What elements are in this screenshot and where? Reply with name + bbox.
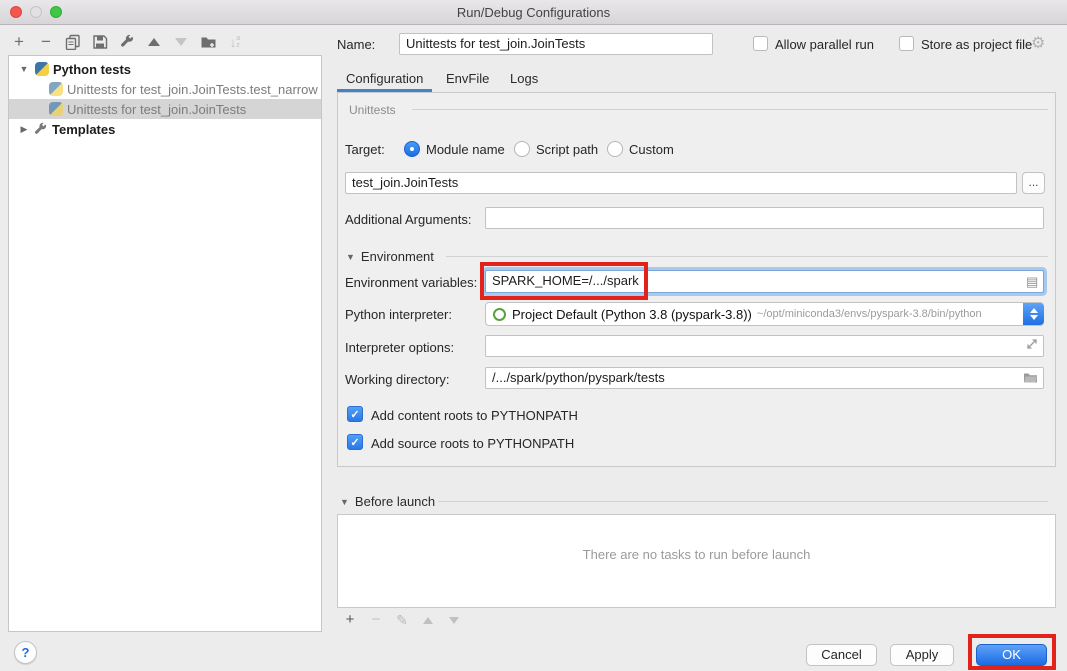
save-configuration-icon[interactable] bbox=[91, 33, 109, 51]
folder-browse-icon[interactable] bbox=[1023, 371, 1038, 384]
tab-envfile[interactable]: EnvFile bbox=[446, 71, 489, 86]
allow-parallel-run-checkbox[interactable] bbox=[753, 36, 768, 51]
environment-variables-label: Environment variables: bbox=[345, 275, 477, 290]
add-source-roots-label[interactable]: Add source roots to PYTHONPATH bbox=[371, 436, 574, 451]
chevron-down-icon[interactable]: ▼ bbox=[340, 497, 349, 507]
sort-configurations-icon: ↓az bbox=[226, 33, 244, 51]
store-as-project-file-label[interactable]: Store as project file bbox=[921, 37, 1032, 52]
group-separator bbox=[412, 109, 1048, 110]
name-label: Name: bbox=[337, 37, 375, 52]
python-tests-icon bbox=[35, 62, 49, 76]
tree-node-label: Templates bbox=[52, 122, 115, 137]
environment-section-label: Environment bbox=[361, 249, 434, 264]
browse-module-button[interactable]: ... bbox=[1022, 172, 1045, 194]
cancel-button[interactable]: Cancel bbox=[806, 644, 877, 666]
radio-module-name-label[interactable]: Module name bbox=[426, 142, 505, 157]
add-task-icon[interactable]: + bbox=[343, 612, 357, 628]
tab-logs[interactable]: Logs bbox=[510, 71, 538, 86]
environment-variables-input[interactable]: SPARK_HOME=/.../spark bbox=[485, 270, 1044, 293]
window-title: Run/Debug Configurations bbox=[0, 5, 1067, 20]
move-task-up-icon bbox=[421, 612, 435, 628]
move-down-icon bbox=[172, 33, 190, 51]
chevron-right-icon[interactable]: ▶ bbox=[19, 124, 29, 135]
additional-arguments-label: Additional Arguments: bbox=[345, 212, 471, 227]
tree-node-test-narrow[interactable]: Unittests for test_join.JoinTests.test_n… bbox=[9, 79, 321, 99]
apply-button[interactable]: Apply bbox=[890, 644, 954, 666]
python-test-icon bbox=[49, 82, 63, 96]
expand-field-icon[interactable] bbox=[1026, 338, 1038, 350]
interpreter-options-label: Interpreter options: bbox=[345, 340, 454, 355]
configurations-tree[interactable]: ▼ Python tests Unittests for test_join.J… bbox=[8, 55, 322, 632]
store-as-project-file-checkbox[interactable] bbox=[899, 36, 914, 51]
before-launch-toolbar: + − ✎ bbox=[343, 612, 461, 628]
add-source-roots-checkbox[interactable]: ✓ bbox=[347, 434, 363, 450]
before-launch-label: Before launch bbox=[355, 494, 435, 509]
name-input[interactable]: Unittests for test_join.JoinTests bbox=[399, 33, 713, 55]
run-debug-configurations-dialog: Run/Debug Configurations + − ↓az ▼ Pytho… bbox=[0, 0, 1067, 671]
interpreter-path: ~/opt/miniconda3/envs/pyspark-3.8/bin/py… bbox=[757, 308, 1043, 320]
before-launch-section-header[interactable]: ▼ Before launch bbox=[340, 494, 435, 509]
environment-section-header[interactable]: ▼ Environment bbox=[346, 249, 434, 264]
edit-task-icon: ✎ bbox=[395, 612, 409, 628]
copy-configuration-icon[interactable] bbox=[64, 33, 82, 51]
radio-script-path-label[interactable]: Script path bbox=[536, 142, 598, 157]
radio-script-path[interactable] bbox=[514, 141, 530, 157]
conda-environment-icon bbox=[493, 308, 506, 321]
working-directory-label: Working directory: bbox=[345, 372, 450, 387]
tree-node-label: Unittests for test_join.JoinTests bbox=[67, 102, 246, 117]
move-task-down-icon bbox=[447, 612, 461, 628]
chevron-down-icon[interactable]: ▼ bbox=[19, 64, 29, 74]
before-launch-task-list[interactable]: There are no tasks to run before launch bbox=[337, 514, 1056, 608]
tree-node-label: Python tests bbox=[53, 62, 131, 77]
tree-node-python-tests[interactable]: ▼ Python tests bbox=[9, 59, 321, 79]
radio-custom-label[interactable]: Custom bbox=[629, 142, 674, 157]
edit-environment-variables-icon[interactable]: ▤ bbox=[1026, 274, 1038, 290]
help-button[interactable]: ? bbox=[14, 641, 37, 664]
edit-templates-wrench-icon[interactable] bbox=[118, 33, 136, 51]
working-directory-input[interactable]: /.../spark/python/pyspark/tests bbox=[485, 367, 1044, 389]
configurations-toolbar: + − ↓az bbox=[10, 31, 244, 53]
tab-configuration[interactable]: Configuration bbox=[346, 71, 423, 86]
before-launch-empty-text: There are no tasks to run before launch bbox=[338, 547, 1055, 562]
section-separator bbox=[438, 501, 1048, 502]
tree-node-jointests-selected[interactable]: Unittests for test_join.JoinTests bbox=[9, 99, 321, 119]
add-content-roots-checkbox[interactable]: ✓ bbox=[347, 406, 363, 422]
gear-icon[interactable]: ⚙ bbox=[1031, 33, 1045, 53]
additional-arguments-input[interactable] bbox=[485, 207, 1044, 229]
tree-node-templates[interactable]: ▶ Templates bbox=[9, 119, 321, 139]
templates-wrench-icon bbox=[33, 122, 48, 137]
add-content-roots-label[interactable]: Add content roots to PYTHONPATH bbox=[371, 408, 578, 423]
module-name-input[interactable]: test_join.JoinTests bbox=[345, 172, 1017, 194]
move-up-icon[interactable] bbox=[145, 33, 163, 51]
title-bar[interactable]: Run/Debug Configurations bbox=[0, 0, 1067, 25]
add-configuration-icon[interactable]: + bbox=[10, 33, 28, 51]
new-folder-icon[interactable] bbox=[199, 33, 217, 51]
radio-module-name[interactable] bbox=[404, 141, 420, 157]
tree-node-label: Unittests for test_join.JoinTests.test_n… bbox=[67, 82, 318, 97]
interpreter-stepper-icon[interactable] bbox=[1023, 303, 1044, 325]
python-interpreter-select[interactable]: Project Default (Python 3.8 (pyspark-3.8… bbox=[485, 302, 1044, 326]
radio-custom[interactable] bbox=[607, 141, 623, 157]
allow-parallel-run-label[interactable]: Allow parallel run bbox=[775, 37, 874, 52]
python-test-icon bbox=[49, 102, 63, 116]
section-separator bbox=[446, 256, 1048, 257]
interpreter-value: Project Default (Python 3.8 (pyspark-3.8… bbox=[512, 307, 752, 322]
target-label: Target: bbox=[345, 142, 385, 157]
ok-button[interactable]: OK bbox=[976, 644, 1047, 666]
remove-task-icon: − bbox=[369, 612, 383, 628]
interpreter-options-input[interactable] bbox=[485, 335, 1044, 357]
chevron-down-icon[interactable]: ▼ bbox=[346, 252, 355, 262]
remove-configuration-icon[interactable]: − bbox=[37, 33, 55, 51]
python-interpreter-label: Python interpreter: bbox=[345, 307, 452, 322]
unittests-group-label: Unittests bbox=[349, 103, 396, 117]
